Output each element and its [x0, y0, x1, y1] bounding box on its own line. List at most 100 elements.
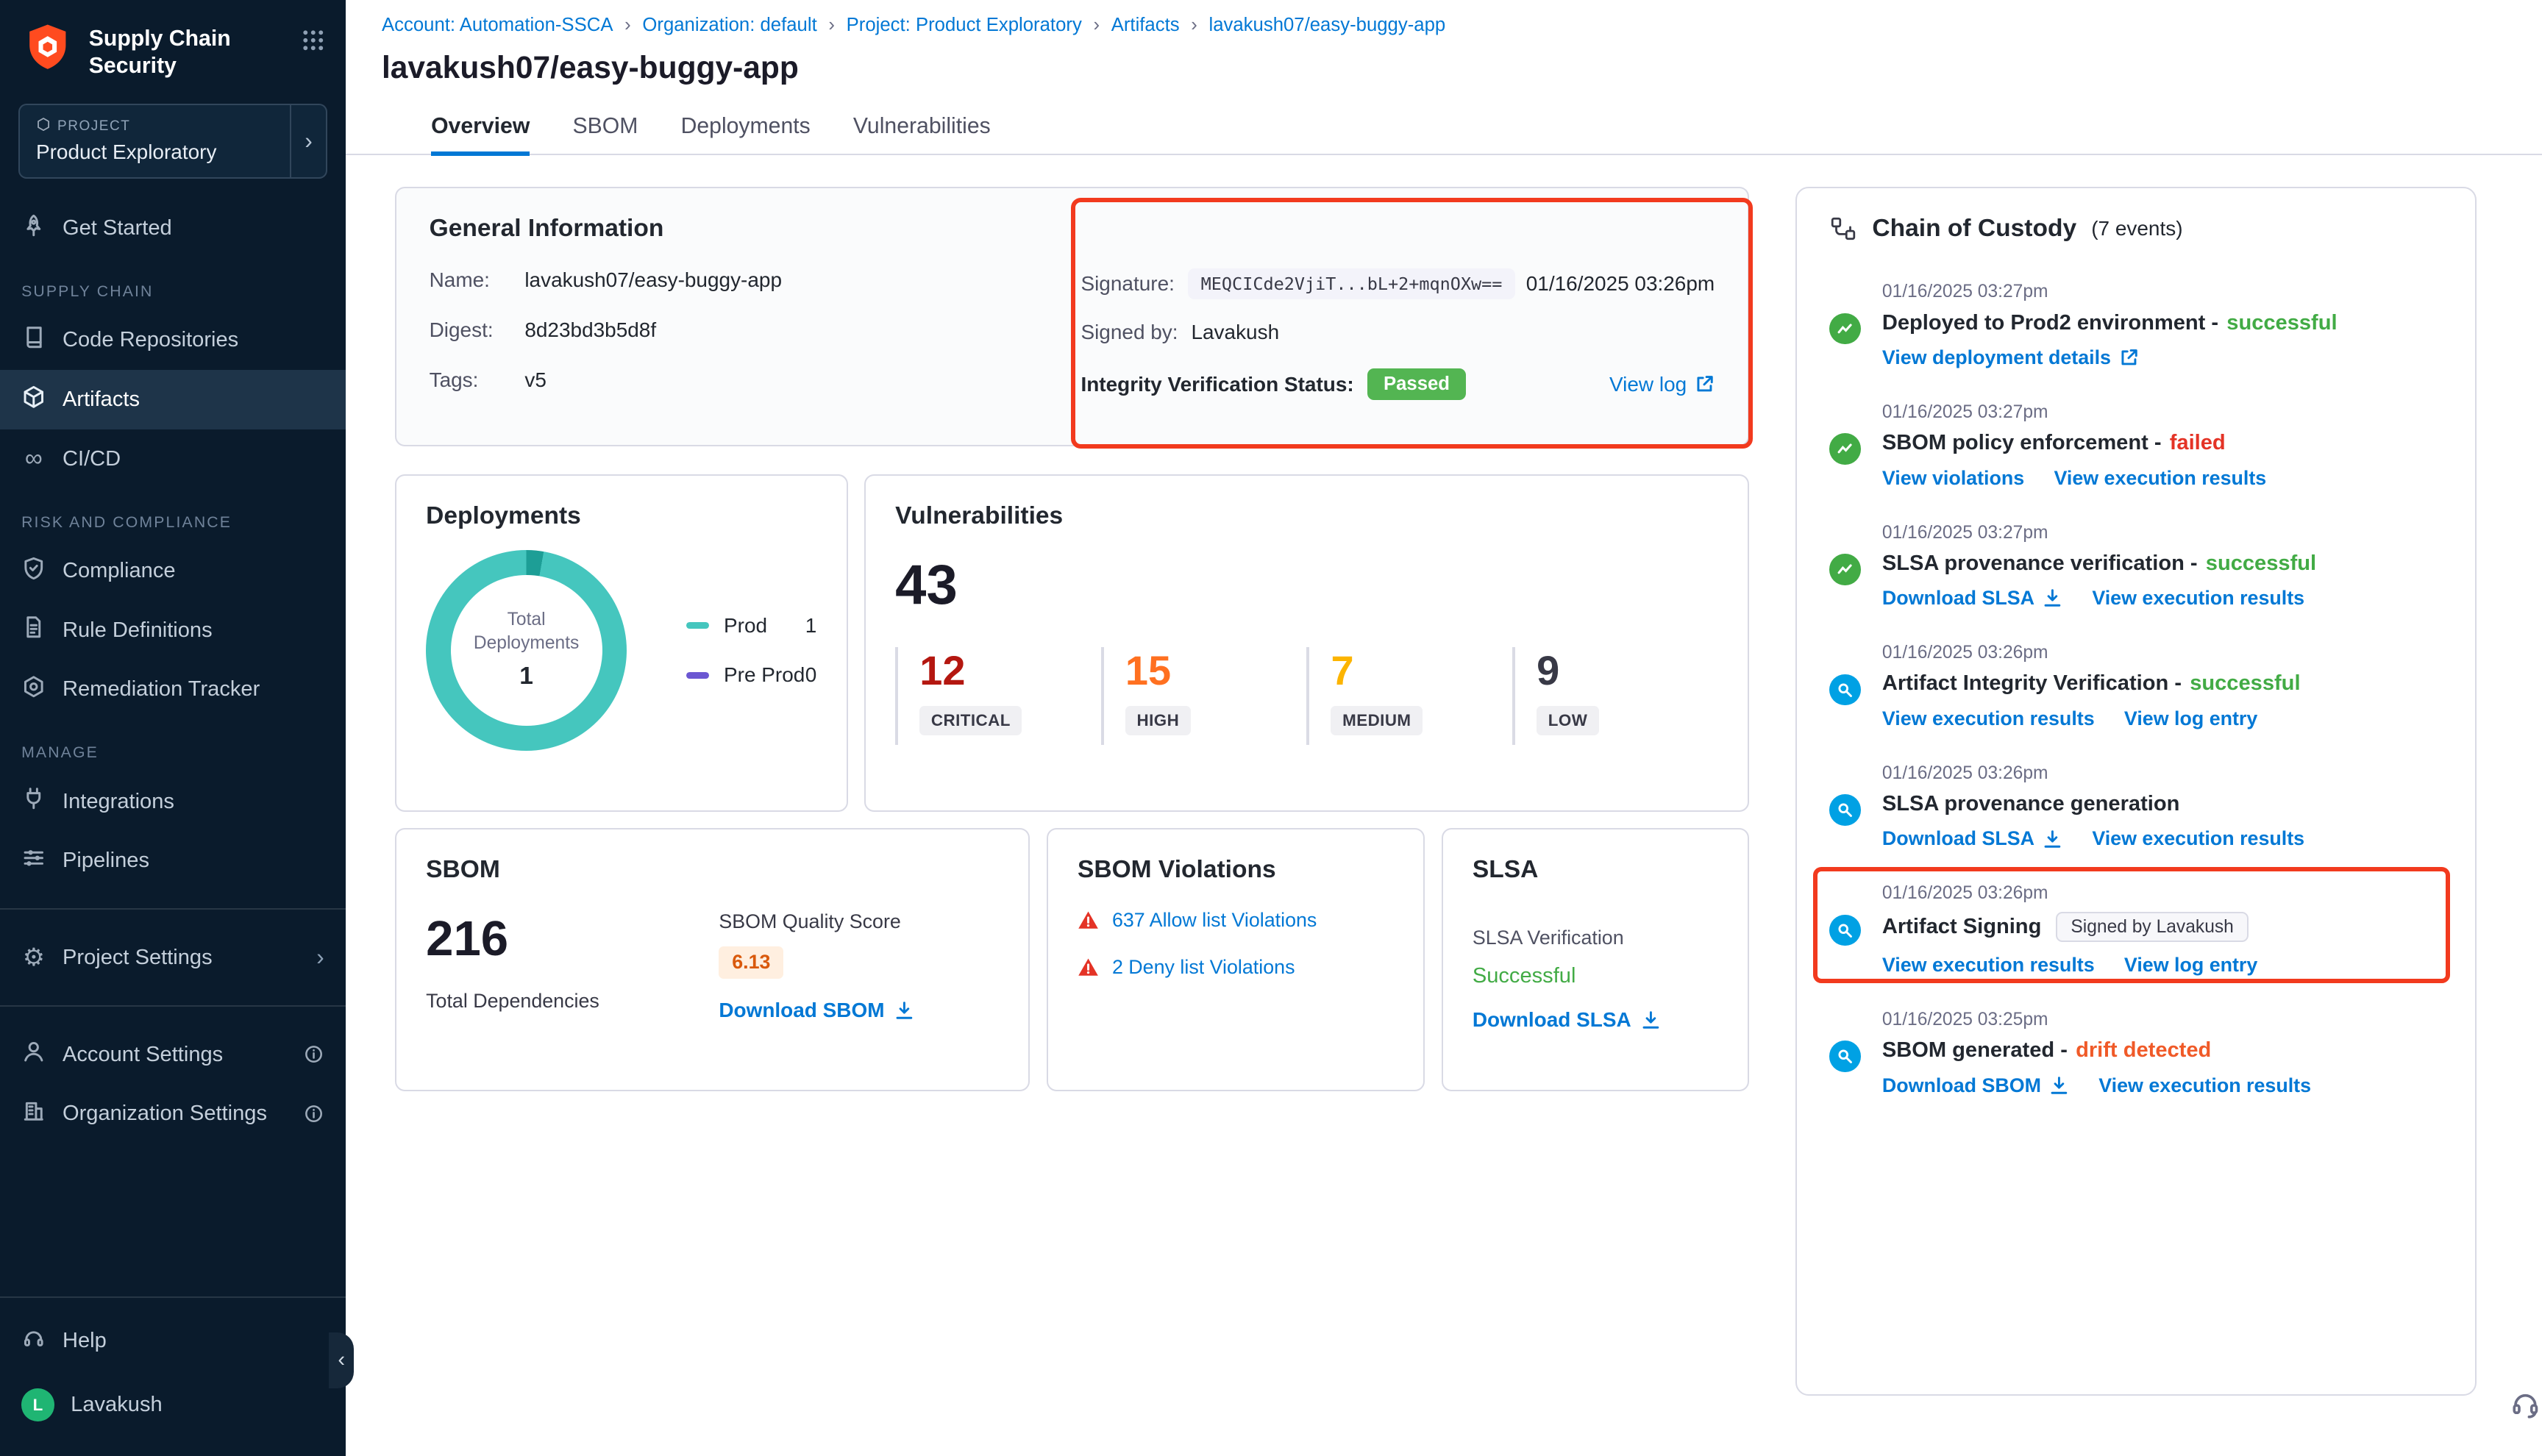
tab-sbom[interactable]: SBOM [573, 114, 638, 154]
view-execution-results-link[interactable]: View execution results [1882, 707, 2095, 730]
download-sbom-link[interactable]: Download SBOM [1882, 1074, 2069, 1097]
external-link-icon [1695, 374, 1715, 394]
chain-event-artifact-signing: 01/16/2025 03:26pm Artifact Signing Sign… [1829, 883, 2442, 977]
digest-field: Digest: 8d23bd3b5d8f [430, 318, 1081, 342]
sidebar-item-code-repositories[interactable]: Code Repositories [0, 311, 346, 371]
card-title: SBOM Violations [1078, 856, 1394, 884]
sidebar-collapse-handle[interactable]: ‹ [329, 1332, 354, 1388]
download-icon [1641, 1010, 1661, 1030]
pipeline-icon [21, 846, 46, 877]
apps-grid-icon[interactable] [301, 28, 326, 60]
card-title: Vulnerabilities [895, 502, 1718, 530]
app-header: Supply Chain Security [0, 0, 346, 97]
sbom-total: 216 [426, 910, 719, 967]
breadcrumb-artifacts[interactable]: Artifacts [1111, 15, 1180, 36]
chain-of-custody-panel: Chain of Custody (7 events) 01/16/2025 0… [1795, 187, 2477, 1396]
signature-timestamp: 01/16/2025 03:26pm [1526, 272, 1715, 296]
sidebar-item-pipelines[interactable]: Pipelines [0, 831, 346, 891]
shield-check-icon [21, 556, 46, 587]
breadcrumb-current[interactable]: lavakush07/easy-buggy-app [1209, 15, 1446, 36]
card-title: General Information [430, 215, 1715, 243]
allow-list-violations-link[interactable]: 637 Allow list Violations [1112, 909, 1317, 932]
download-sbom-link[interactable]: Download SBOM [719, 999, 914, 1022]
breadcrumb-separator: › [624, 15, 631, 36]
project-selector[interactable]: PROJECT Product Exploratory › [18, 104, 328, 179]
breadcrumb: Account: Automation-SSCA › Organization:… [346, 0, 2542, 36]
download-icon [2043, 829, 2062, 849]
card-title: Deployments [426, 502, 816, 530]
sidebar-item-artifacts[interactable]: Artifacts [0, 370, 346, 429]
scan-event-icon [1829, 1041, 1861, 1072]
deny-list-violations-link[interactable]: 2 Deny list Violations [1112, 956, 1295, 979]
info-icon [303, 1103, 324, 1124]
view-log-entry-link[interactable]: View log entry [2124, 707, 2257, 730]
headset-icon [21, 1326, 46, 1357]
deployments-donut-chart: Total Deployments 1 [426, 550, 627, 751]
help-widget-button[interactable] [2509, 1387, 2542, 1427]
download-icon [894, 1001, 914, 1021]
view-execution-results-link[interactable]: View execution results [2054, 467, 2266, 490]
view-execution-results-link[interactable]: View execution results [2098, 1074, 2311, 1097]
severity-critical: 12 CRITICAL [895, 647, 1101, 745]
vulnerabilities-total: 43 [895, 553, 1718, 617]
section-risk-and-compliance: RISK AND COMPLIANCE [0, 488, 346, 541]
sidebar-item-label: Organization Settings [63, 1102, 267, 1126]
legend-item-pre-prod: Pre Prod 0 [686, 663, 817, 687]
sidebar-item-organization-settings[interactable]: Organization Settings [0, 1084, 346, 1143]
document-icon [21, 615, 46, 646]
project-name: Product Exploratory [36, 140, 274, 164]
sidebar-item-label: Code Repositories [63, 328, 238, 352]
sidebar-item-project-settings[interactable]: ⚙ Project Settings › [0, 928, 346, 988]
gear-icon: ⚙ [21, 946, 46, 971]
sidebar-item-compliance[interactable]: Compliance [0, 541, 346, 601]
breadcrumb-organization[interactable]: Organization: default [642, 15, 816, 36]
tab-overview[interactable]: Overview [431, 114, 530, 154]
project-cube-icon [36, 117, 51, 136]
sidebar-item-label: Rule Definitions [63, 618, 213, 643]
download-slsa-link[interactable]: Download SLSA [1882, 827, 2062, 850]
view-execution-results-link[interactable]: View execution results [2092, 587, 2304, 610]
sidebar-item-label: Pipelines [63, 849, 149, 873]
sidebar-item-label: Account Settings [63, 1043, 223, 1067]
tab-deployments[interactable]: Deployments [681, 114, 811, 154]
hexagon-icon [21, 674, 46, 705]
sbom-quality-score-badge: 6.13 [719, 946, 783, 979]
section-supply-chain: SUPPLY CHAIN [0, 258, 346, 311]
view-violations-link[interactable]: View violations [1882, 467, 2024, 490]
sidebar-item-remediation-tracker[interactable]: Remediation Tracker [0, 660, 346, 719]
download-slsa-link[interactable]: Download SLSA [1473, 1008, 1718, 1032]
download-icon [2049, 1076, 2069, 1096]
tab-vulnerabilities[interactable]: Vulnerabilities [853, 114, 991, 154]
sidebar-item-cicd[interactable]: ∞ CI/CD [0, 429, 346, 489]
sidebar-item-integrations[interactable]: Integrations [0, 772, 346, 832]
download-slsa-link[interactable]: Download SLSA [1882, 587, 2062, 610]
name-field: Name: lavakush07/easy-buggy-app [430, 268, 1081, 292]
sidebar-item-get-started[interactable]: Get Started [0, 199, 346, 258]
panel-title: Chain of Custody [1872, 215, 2076, 243]
sidebar-divider [0, 1005, 346, 1007]
chevron-right-icon: › [290, 105, 326, 177]
project-selector-body: PROJECT Product Exploratory [20, 105, 290, 177]
severity-low: 9 LOW [1512, 647, 1718, 745]
events-count: (7 events) [2091, 217, 2182, 240]
breadcrumb-separator: › [828, 15, 835, 36]
sidebar-item-rule-definitions[interactable]: Rule Definitions [0, 601, 346, 660]
view-log-entry-link[interactable]: View log entry [2124, 954, 2257, 977]
page-title: lavakush07/easy-buggy-app [346, 36, 2542, 86]
sidebar-item-help[interactable]: Help [0, 1311, 346, 1371]
sidebar-item-account-settings[interactable]: Account Settings [0, 1025, 346, 1085]
sidebar-item-label: Integrations [63, 790, 174, 814]
warning-icon [1078, 910, 1099, 931]
breadcrumb-separator: › [1191, 15, 1197, 36]
user-menu[interactable]: L Lavakush [0, 1371, 346, 1440]
breadcrumb-account[interactable]: Account: Automation-SSCA [382, 15, 613, 36]
view-deployment-details-link[interactable]: View deployment details [1882, 346, 2139, 369]
sbom-violations-card: SBOM Violations 637 Allow list Violation… [1047, 828, 1425, 1091]
breadcrumb-project[interactable]: Project: Product Exploratory [847, 15, 1082, 36]
view-execution-results-link[interactable]: View execution results [2092, 827, 2304, 850]
view-log-link[interactable]: View log [1609, 373, 1715, 396]
chevron-left-icon: ‹ [338, 1348, 345, 1372]
plug-icon [21, 786, 46, 817]
section-manage: MANAGE [0, 719, 346, 772]
view-execution-results-link[interactable]: View execution results [1882, 954, 2095, 977]
